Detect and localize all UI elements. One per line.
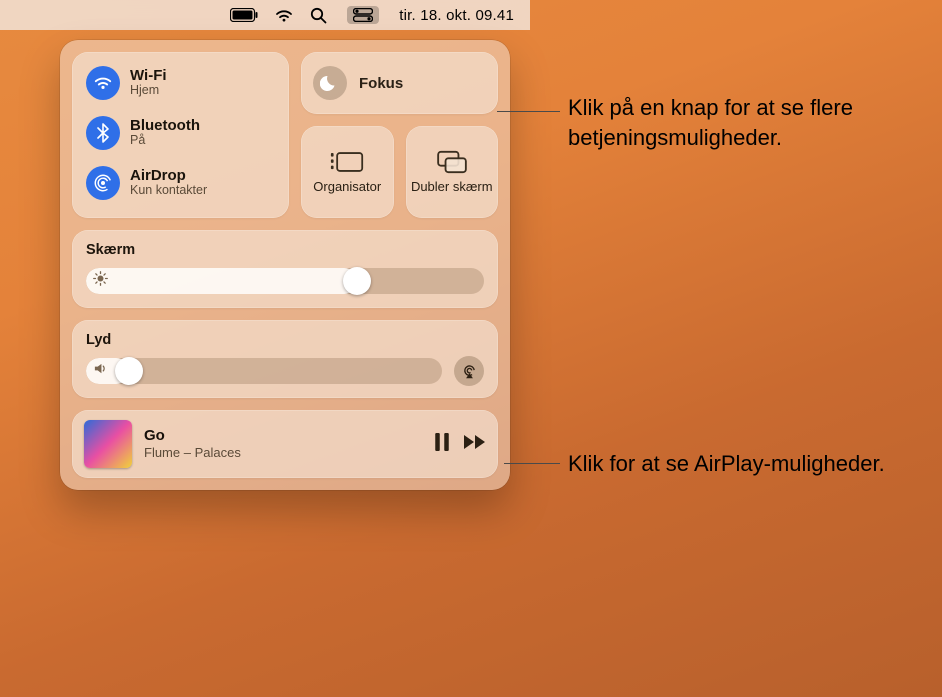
stage-manager-icon — [330, 150, 364, 174]
screen-mirroring-button[interactable]: Dubler skærm — [406, 126, 499, 218]
callout-airplay: Klik for at se AirPlay-muligheder. — [568, 449, 885, 479]
screen-mirroring-icon — [435, 150, 469, 174]
callout-leader — [497, 111, 560, 112]
wifi-label: Wi-Fi — [130, 68, 167, 85]
airdrop-toggle[interactable]: AirDrop Kun kontakter — [82, 160, 279, 206]
brightness-icon — [93, 271, 108, 291]
now-playing-title: Go — [144, 427, 422, 445]
airdrop-status: Kun kontakter — [130, 184, 207, 198]
airplay-icon — [461, 363, 478, 380]
sound-slider[interactable] — [86, 358, 442, 384]
now-playing-subtitle: Flume – Palaces — [144, 445, 422, 461]
screen-mirroring-label: Dubler skærm — [411, 180, 493, 195]
menubar-control-center[interactable] — [335, 0, 391, 30]
menubar: tir. 18. okt. 09.41 — [0, 0, 530, 30]
focus-button[interactable]: Fokus — [301, 52, 498, 114]
pause-button[interactable] — [434, 433, 450, 456]
focus-label: Fokus — [359, 75, 403, 92]
menubar-datetime[interactable]: tir. 18. okt. 09.41 — [391, 0, 522, 30]
control-center-icon — [353, 8, 373, 22]
control-center-panel: Wi-Fi Hjem Bluetooth På AirDrop — [60, 40, 510, 490]
bluetooth-toggle[interactable]: Bluetooth På — [82, 110, 279, 156]
airdrop-icon — [86, 166, 120, 200]
menubar-battery[interactable] — [222, 0, 266, 30]
display-label: Skærm — [86, 242, 484, 258]
display-section: Skærm — [72, 230, 498, 308]
wifi-icon — [274, 8, 294, 23]
airplay-audio-button[interactable] — [454, 356, 484, 386]
now-playing-tile[interactable]: Go Flume – Palaces — [72, 410, 498, 478]
bluetooth-status: På — [130, 134, 200, 148]
battery-icon — [230, 8, 258, 22]
bluetooth-icon — [86, 116, 120, 150]
sound-label: Lyd — [86, 332, 484, 348]
moon-icon — [313, 66, 347, 100]
wifi-toggle[interactable]: Wi-Fi Hjem — [82, 60, 279, 106]
wifi-icon — [86, 66, 120, 100]
callout-leader — [504, 463, 560, 464]
stage-manager-button[interactable]: Organisator — [301, 126, 394, 218]
search-icon — [310, 7, 327, 24]
menubar-spotlight[interactable] — [302, 0, 335, 30]
wifi-status: Hjem — [130, 84, 167, 98]
album-art — [84, 420, 132, 468]
next-icon — [464, 434, 486, 450]
speaker-icon — [93, 361, 108, 381]
sound-section: Lyd — [72, 320, 498, 398]
bluetooth-label: Bluetooth — [130, 118, 200, 135]
next-track-button[interactable] — [464, 434, 486, 455]
display-slider[interactable] — [86, 268, 484, 294]
callout-top: Klik på en knap for at se flere betjenin… — [568, 93, 918, 152]
menubar-wifi[interactable] — [266, 0, 302, 30]
pause-icon — [434, 433, 450, 451]
airdrop-label: AirDrop — [130, 168, 207, 185]
stage-manager-label: Organisator — [313, 180, 381, 195]
connectivity-tile: Wi-Fi Hjem Bluetooth På AirDrop — [72, 52, 289, 218]
